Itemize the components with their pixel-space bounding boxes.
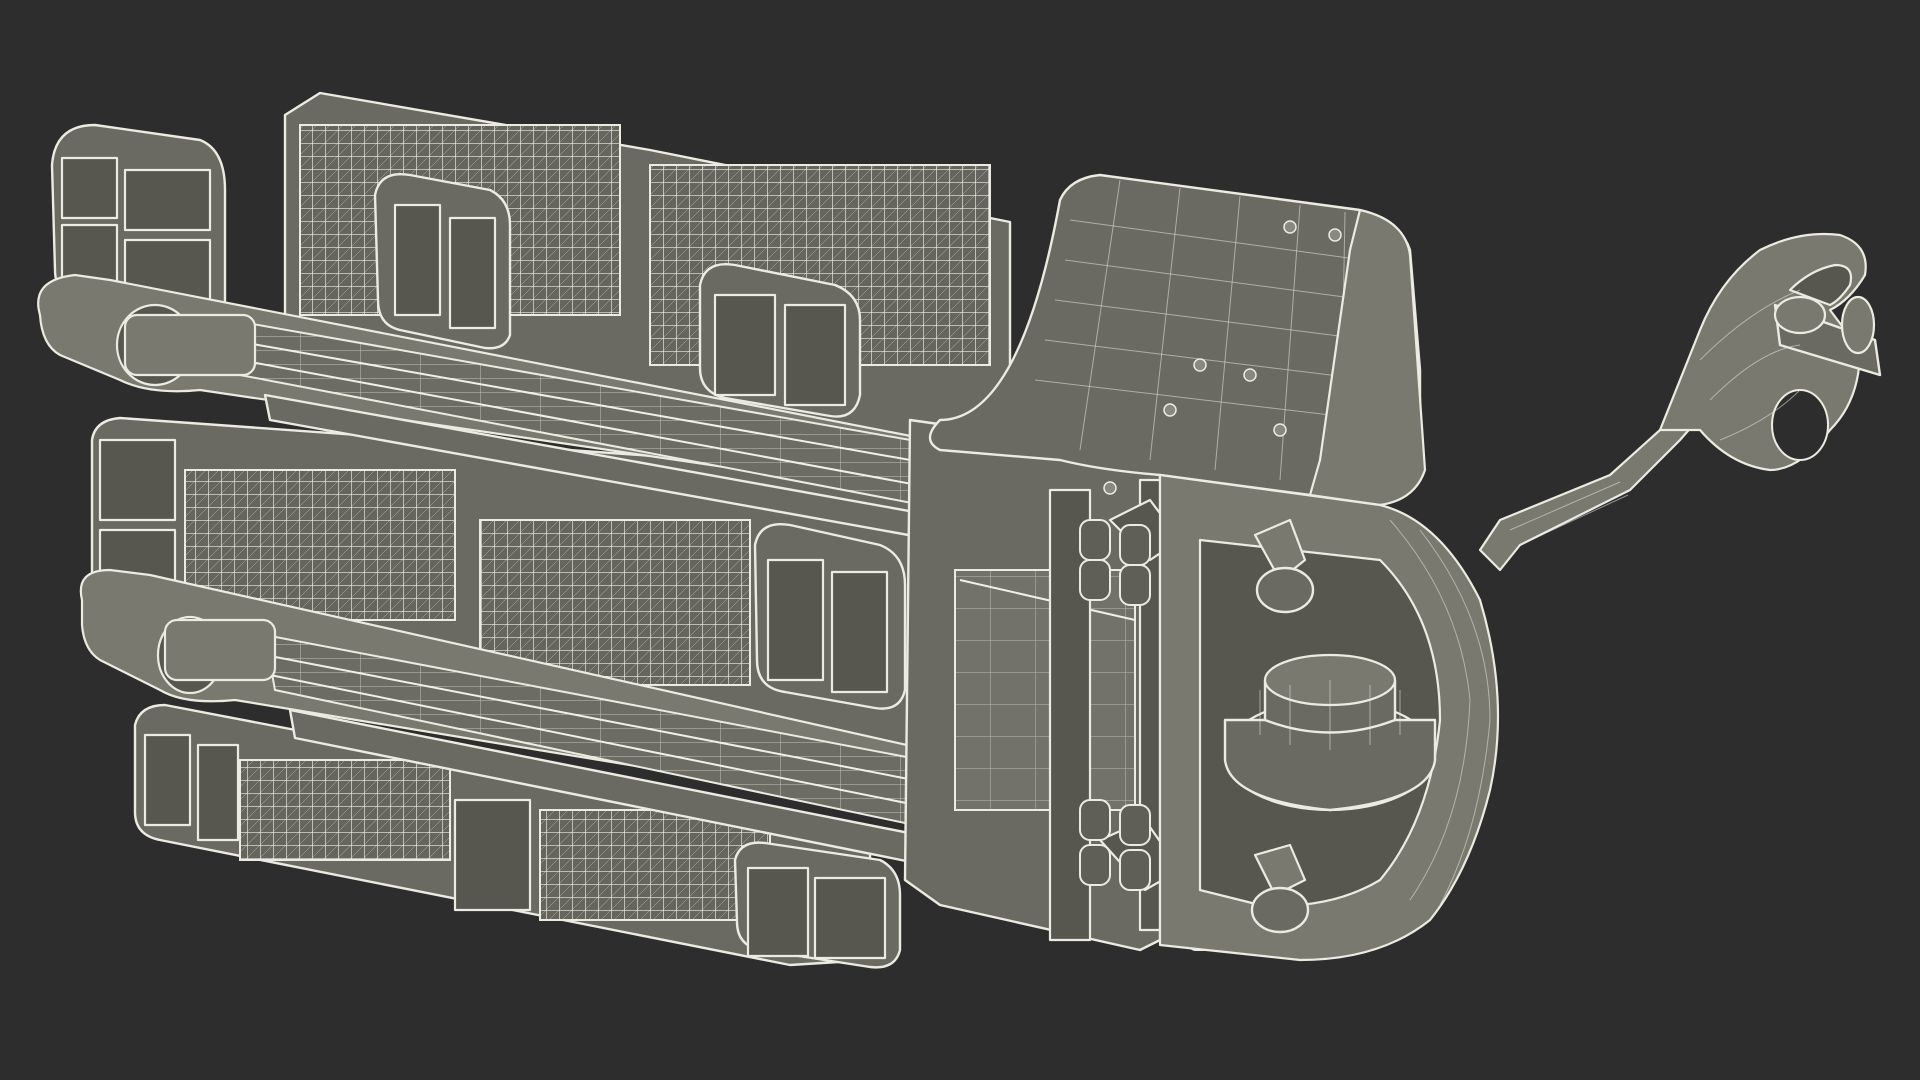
handle-grip xyxy=(1658,232,1882,472)
render-viewport xyxy=(0,0,1920,1080)
pallet-truck-wireframe-model xyxy=(37,91,1882,969)
fork-upper-load-roller xyxy=(115,303,257,387)
